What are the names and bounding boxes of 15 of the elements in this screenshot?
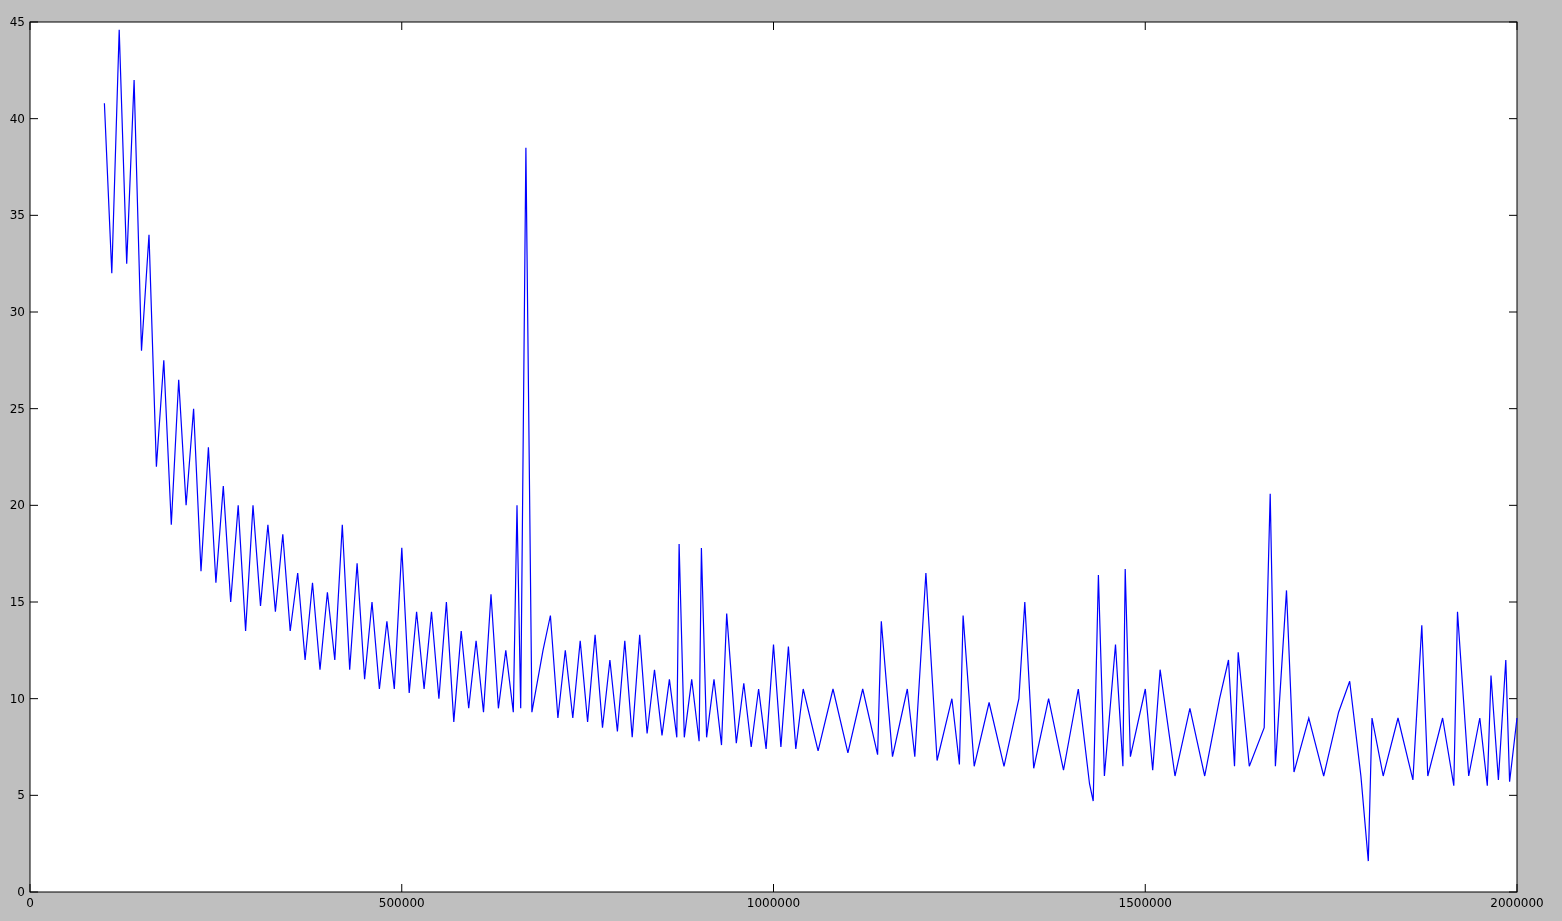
y-tick-label: 5 bbox=[17, 788, 25, 803]
y-tick-label: 20 bbox=[9, 498, 25, 513]
x-tick-label: 2000000 bbox=[1490, 896, 1544, 910]
y-tick-label: 35 bbox=[9, 208, 25, 223]
y-tick-label: 40 bbox=[9, 111, 25, 126]
x-tick-label: 500000 bbox=[378, 896, 425, 910]
y-tick-label: 25 bbox=[9, 401, 25, 416]
y-tick-label: 30 bbox=[9, 305, 25, 319]
y-tick-label: 10 bbox=[9, 691, 25, 706]
x-tick-label: 1000000 bbox=[746, 896, 801, 910]
y-tick-label: 15 bbox=[9, 595, 25, 609]
x-tick-label: 0 bbox=[26, 896, 34, 910]
x-tick-label: 1500000 bbox=[1118, 896, 1172, 910]
y-tick-label: 45 bbox=[9, 15, 25, 29]
y-tick-label: 0 bbox=[17, 885, 25, 899]
